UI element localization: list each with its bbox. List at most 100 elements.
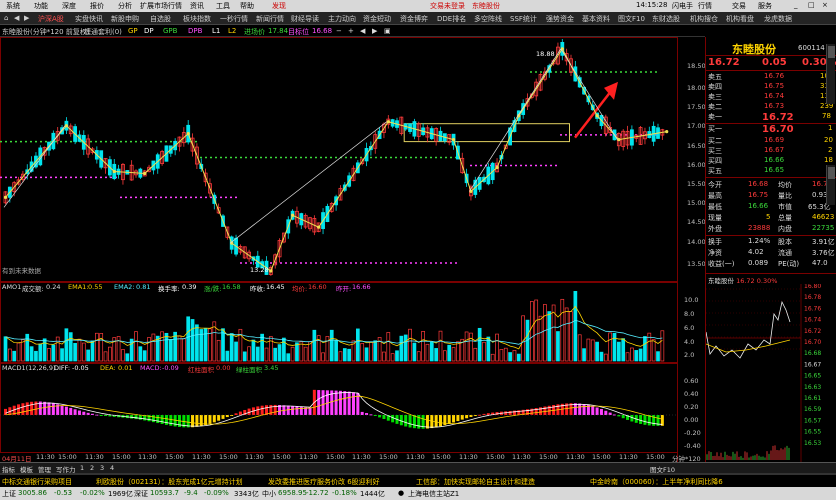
main-chart[interactable] xyxy=(0,37,705,462)
tab-watchlist[interactable]: 自选股 xyxy=(150,14,171,24)
ticker-item[interactable]: 发改委推进医疗服务价改 6股迎利好 xyxy=(268,477,380,487)
menu-lightning[interactable]: 闪电手 xyxy=(672,1,693,11)
minimize-button[interactable]: _ xyxy=(794,1,798,9)
menu-trade[interactable]: 交易 xyxy=(732,1,746,11)
menu-tools[interactable]: 工具 xyxy=(216,1,230,11)
stats-divider xyxy=(706,177,836,178)
home-icon[interactable]: ⌂ xyxy=(4,14,8,22)
tab-news-market[interactable]: 新闻行情 xyxy=(256,14,284,24)
target-price-label: 目标位 xyxy=(288,28,309,36)
tab-strong-funds[interactable]: 强势资金 xyxy=(546,14,574,24)
volume-bar xyxy=(456,341,460,362)
menu-quote[interactable]: 报价 xyxy=(90,1,104,11)
macd-label: MACD: xyxy=(140,364,162,372)
maximize-button[interactable]: □ xyxy=(808,1,815,9)
tab-dragon-tiger[interactable]: 龙虎数据 xyxy=(764,14,792,24)
macd-bar xyxy=(399,415,403,426)
sh-index-value[interactable]: 3005.86 xyxy=(18,489,47,497)
tab-live-news[interactable]: 实盘快讯 xyxy=(75,14,103,24)
stat1-label: 涨/跌: xyxy=(204,285,222,293)
menu-system[interactable]: 系统 xyxy=(6,1,20,11)
tab-fund-game[interactable]: 资金博弈 xyxy=(400,14,428,24)
tab-fund-move[interactable]: 资金短动 xyxy=(363,14,391,24)
menu-market[interactable]: 行情 xyxy=(698,1,712,11)
macd-bar xyxy=(591,406,595,415)
tab-page-4[interactable]: 4 xyxy=(110,464,114,472)
ticker-item[interactable]: 中标交通银行采购项目 xyxy=(2,477,72,487)
tab-ipo[interactable]: 新股申购 xyxy=(111,14,139,24)
volume-bar xyxy=(273,347,278,362)
volume-bar xyxy=(603,353,608,362)
zoom-in-icon[interactable]: + xyxy=(348,27,354,35)
tab-shanghai-shenzhen-a[interactable]: 沪深A股 xyxy=(38,14,64,24)
quote-scrollbar[interactable] xyxy=(826,44,835,104)
tab-stock-picker[interactable]: 东财选股 xyxy=(652,14,680,24)
ticker-item[interactable]: 中金岭南（000060）：上半年净利同比降6 xyxy=(590,477,723,487)
zoom-out-icon[interactable]: − xyxy=(336,27,342,35)
volume-bar xyxy=(329,329,334,362)
tab-finance-guide[interactable]: 财经导读 xyxy=(291,14,319,24)
tab-f10[interactable]: 图文F10 xyxy=(618,14,645,24)
stat-label: 今开 xyxy=(708,181,722,189)
volume-bar xyxy=(21,339,25,362)
menu-function[interactable]: 功能 xyxy=(34,1,48,11)
ticker-item[interactable]: 利欧股份（002131）：股东完成1亿元增持计划 xyxy=(96,477,243,487)
tab-fundamentals[interactable]: 基本资料 xyxy=(582,14,610,24)
expand-icon[interactable]: ▣ xyxy=(384,27,391,35)
scrollbar-thumb[interactable] xyxy=(828,167,835,179)
turnover-value: 0.24 xyxy=(46,283,61,291)
pivot-dot xyxy=(186,132,190,136)
chart-indicator-name[interactable]: 缠通套利(0) xyxy=(84,27,122,37)
sz-index-value[interactable]: 10593.7 xyxy=(150,489,179,497)
time-tick: 11:30 xyxy=(619,453,638,461)
volume-bar xyxy=(612,332,617,362)
tab-long-short[interactable]: 多空阵线 xyxy=(474,14,502,24)
tab-one-second[interactable]: 一秒行情 xyxy=(220,14,248,24)
stats-scrollbar[interactable] xyxy=(826,165,835,205)
tab-page-2[interactable]: 2 xyxy=(90,464,94,472)
menu-extended-market[interactable]: 扩展市场行情 xyxy=(140,1,182,11)
volume-bar xyxy=(464,331,469,362)
macd-bar xyxy=(599,409,603,415)
tab-institution-watch[interactable]: 机构看盘 xyxy=(726,14,754,24)
menu-help[interactable]: 帮助 xyxy=(240,1,254,11)
menu-service[interactable]: 服务 xyxy=(758,1,772,11)
volume-bar xyxy=(364,347,369,362)
bid-label: 买三 xyxy=(708,147,722,155)
menu-depth[interactable]: 深度 xyxy=(62,1,76,11)
stat2-value: 16.45 xyxy=(266,283,285,291)
stat-label: 量比 xyxy=(778,192,792,200)
close-button[interactable]: × xyxy=(822,1,828,9)
scrollbar-thumb[interactable] xyxy=(828,46,835,58)
volume-indicator-name[interactable]: AMO1 xyxy=(2,283,21,291)
ticker-item[interactable]: 工信部：加快实现邮轮自主设计和建造 xyxy=(416,477,535,487)
tab-institution-search[interactable]: 机构搜仓 xyxy=(690,14,718,24)
back-icon[interactable]: ◀ xyxy=(14,14,19,22)
bid-label: 买一 xyxy=(708,125,722,133)
intraday-mini-panel[interactable]: 东睦股份 16.72 0.30% 16.80 16.78 16.76 16.74 16.… xyxy=(705,273,836,462)
trade-login-status[interactable]: 交易未登录 xyxy=(430,1,465,11)
menu-analysis[interactable]: 分析 xyxy=(118,1,132,11)
price-tick: 16.50 xyxy=(687,142,706,150)
zx-index-value[interactable]: 6958.95 xyxy=(278,489,307,497)
scroll-right-icon[interactable]: ▶ xyxy=(372,27,377,35)
volume-bar xyxy=(51,344,56,362)
server-name[interactable]: 上海电信主站Z1 xyxy=(408,489,459,499)
tab-main-force[interactable]: 主力动向 xyxy=(328,14,356,24)
menu-news[interactable]: 资讯 xyxy=(190,1,204,11)
tab-sector-index[interactable]: 板块指数 xyxy=(183,14,211,24)
scroll-left-icon[interactable]: ◀ xyxy=(360,27,365,35)
forward-icon[interactable]: ▶ xyxy=(24,14,29,22)
volume-bar xyxy=(195,324,199,362)
tab-page-1[interactable]: 1 xyxy=(80,464,84,472)
macd-bar xyxy=(608,412,612,415)
macd-indicator-name[interactable]: MACD1(12,26,9) xyxy=(2,364,56,372)
macd-bar xyxy=(469,415,473,417)
mini-axis-tick: 16.63 xyxy=(804,384,821,391)
tab-page-3[interactable]: 3 xyxy=(100,464,104,472)
time-tick: 11:30 xyxy=(138,453,157,461)
macd-bar xyxy=(508,410,512,415)
tab-dde-rank[interactable]: DDE排名 xyxy=(437,14,466,24)
tab-ssf-stats[interactable]: SSF统计 xyxy=(510,14,537,24)
menu-discover[interactable]: 发现 xyxy=(272,1,286,11)
